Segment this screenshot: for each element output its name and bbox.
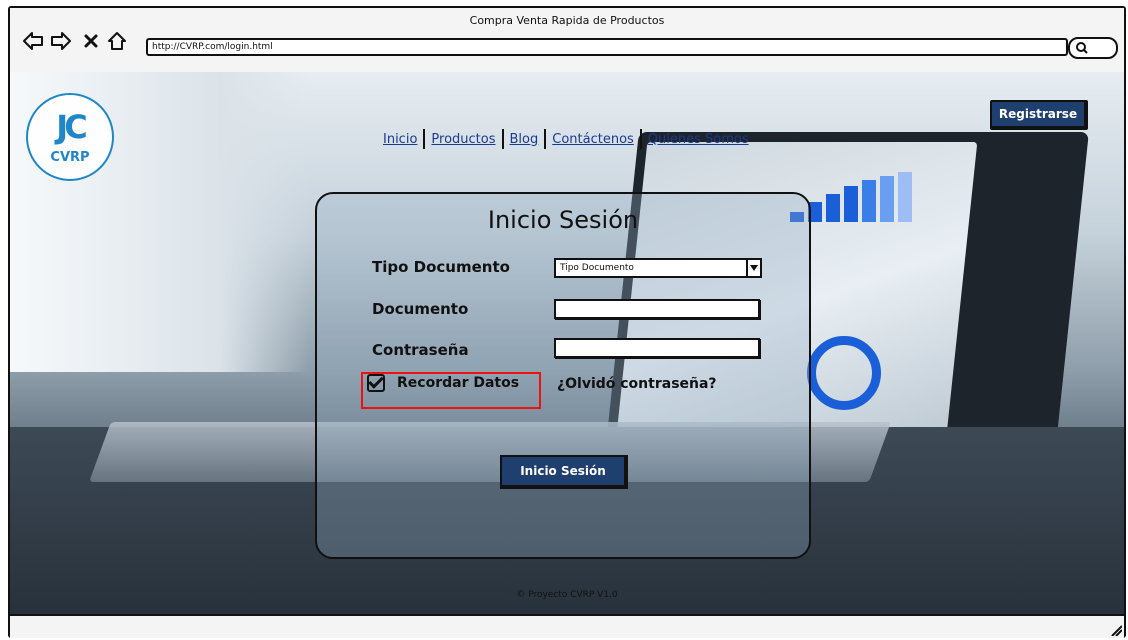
browser-window: Compra Venta Rapida de Productos http://… <box>8 6 1126 638</box>
address-bar[interactable]: http://CVRP.com/login.html <box>146 38 1068 56</box>
nav-divider <box>423 129 426 149</box>
doc-type-label: Tipo Documento <box>372 258 510 276</box>
logo-mark: JC <box>56 108 87 146</box>
background-dashboard-bars <box>790 172 912 222</box>
nav-link-contactenos[interactable]: Contáctenos <box>552 132 634 147</box>
document-input[interactable] <box>554 299 760 319</box>
register-button[interactable]: Registrarse <box>990 100 1088 130</box>
nav-divider <box>501 129 504 149</box>
page-footer: © Proyecto CVRP V1.0 <box>516 590 618 600</box>
site-logo[interactable]: JC CVRP <box>26 93 114 181</box>
password-label: Contraseña <box>372 341 469 359</box>
stop-icon[interactable] <box>80 30 102 52</box>
doc-type-select[interactable]: Tipo Documento <box>554 258 762 278</box>
login-submit-button[interactable]: Inicio Sesión <box>500 455 628 489</box>
window-title: Compra Venta Rapida de Productos <box>469 14 665 27</box>
doc-type-selected-value: Tipo Documento <box>560 263 634 273</box>
search-field[interactable] <box>1068 37 1118 59</box>
login-title: Inicio Sesión <box>487 206 639 234</box>
nav-divider <box>639 129 642 149</box>
search-icon <box>1076 42 1088 54</box>
back-icon[interactable] <box>22 30 44 52</box>
browser-toolbar: Compra Venta Rapida de Productos http://… <box>10 8 1124 74</box>
page-viewport: JC CVRP Inicio Productos Blog Contácteno… <box>10 72 1124 614</box>
nav-link-quienes-somos[interactable]: Quienes Somos <box>648 132 749 147</box>
password-input[interactable] <box>554 338 760 358</box>
resize-grip-icon[interactable] <box>1108 622 1122 636</box>
nav-link-inicio[interactable]: Inicio <box>383 132 417 147</box>
forgot-password-link[interactable]: ¿Olvidó contraseña? <box>557 376 717 392</box>
nav-link-productos[interactable]: Productos <box>431 132 495 147</box>
chevron-down-icon[interactable] <box>746 260 760 276</box>
document-label: Documento <box>372 300 469 318</box>
home-icon[interactable] <box>106 30 128 52</box>
background-donut-chart <box>807 336 881 410</box>
logo-text: CVRP <box>50 150 90 165</box>
nav-link-blog[interactable]: Blog <box>510 132 539 147</box>
highlight-annotation <box>361 372 541 409</box>
nav-divider <box>544 129 547 149</box>
forward-icon[interactable] <box>50 30 72 52</box>
main-nav: Inicio Productos Blog Contáctenos Quiene… <box>383 129 749 149</box>
status-bar <box>10 614 1124 638</box>
